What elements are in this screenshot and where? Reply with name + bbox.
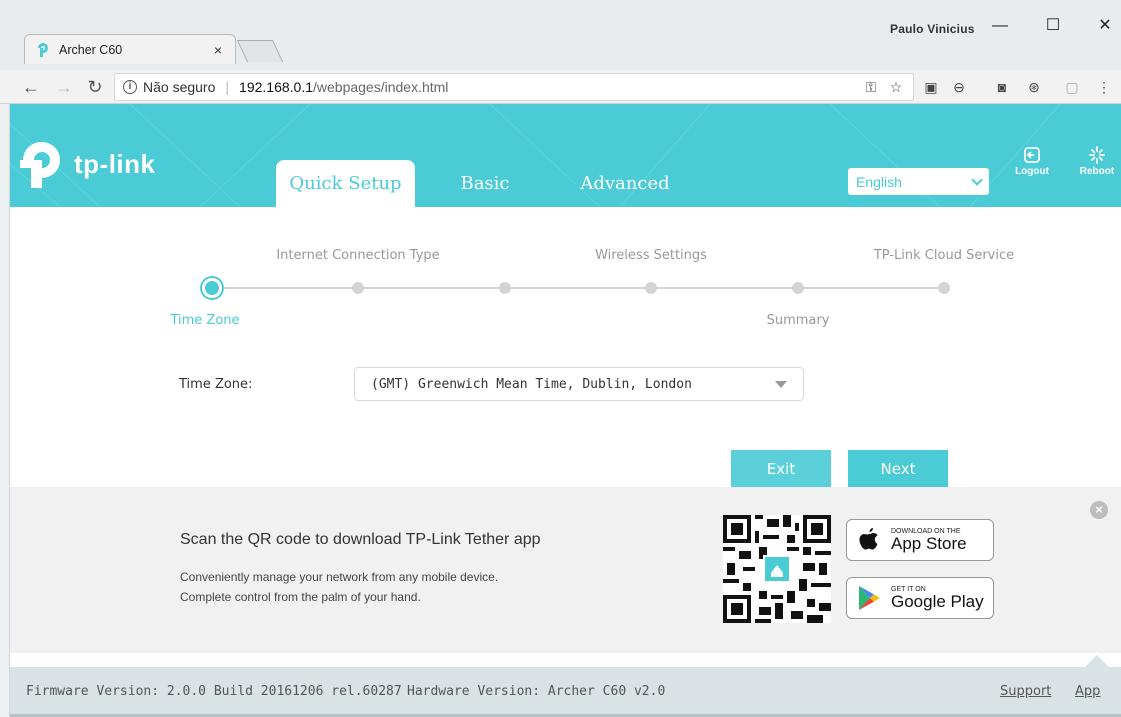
star-icon[interactable]: ☆ [887,78,905,96]
logout-button[interactable]: Logout [1007,146,1057,177]
tab-close-icon[interactable]: × [211,42,225,58]
quick-setup-panel: Internet Connection Type Wireless Settin… [10,207,1121,487]
menu-icon[interactable]: ⋮ [1095,78,1113,96]
qr-code [723,515,831,623]
language-value: English [856,173,902,190]
url-separator: | [225,79,230,95]
step-dot-wireless [645,282,657,294]
step-dot-3 [499,282,511,294]
footer-pointer [1085,655,1109,667]
google-play-big: Google Play [891,591,984,611]
step-label-wireless: Wireless Settings [595,248,707,263]
browser-toolbar: ← → ↻ i Não seguro | 192.168.0.1 /webpag… [0,70,1121,104]
dropdown-arrow-icon [775,380,787,388]
banner-title: Scan the QR code to download TP-Link Tet… [180,531,541,548]
extension-sync-icon[interactable]: ⊖ [950,78,968,96]
tab-quick-setup[interactable]: Quick Setup [276,160,415,207]
browser-titlebar: Archer C60 × Paulo Vinicius — ☐ ✕ [0,0,1121,70]
extension-camera-icon[interactable]: ◙ [993,78,1011,96]
step-label-cloud: TP-Link Cloud Service [873,248,1015,263]
reboot-button[interactable]: Reboot [1072,146,1121,177]
step-dot-time-zone [202,278,222,298]
reboot-label: Reboot [1079,166,1115,177]
progress-track [212,287,944,289]
google-play-button[interactable]: GET IT ON Google Play [846,577,994,619]
language-select[interactable]: English [848,168,989,195]
firmware-version: Firmware Version: 2.0.0 Build 20161206 r… [26,684,402,699]
info-icon[interactable]: i [123,80,137,94]
hardware-version: Hardware Version: Archer C60 v2.0 [407,684,666,699]
app-store-button[interactable]: DOWNLOAD ON THE App Store [846,519,994,561]
google-play-icon [859,586,880,610]
tab-advanced[interactable]: Advanced [565,160,685,207]
router-header: tp-link Quick Setup Basic Advanced Engli… [10,104,1121,207]
apple-icon [859,528,878,550]
back-icon[interactable]: ← [20,76,42,98]
app-store-big: App Store [891,533,967,553]
url-path: /webpages/index.html [313,79,449,95]
time-zone-label: Time Zone: [179,377,253,392]
extension-panda-icon[interactable]: ⊛ [1025,78,1043,96]
security-status: Não seguro [143,79,216,95]
tether-app-banner: Scan the QR code to download TP-Link Tet… [10,487,1121,653]
extension-puzzle-icon[interactable]: ▢ [1063,78,1081,96]
next-button[interactable]: Next [848,450,948,487]
tab-title: Archer C60 [59,42,123,57]
url-host: 192.168.0.1 [239,79,313,95]
forward-icon[interactable]: → [53,76,75,98]
logo-text: tp-link [74,148,156,179]
tp-link-logo-icon [20,141,60,188]
exit-button[interactable]: Exit [731,450,831,487]
step-label-internet: Internet Connection Type [276,248,440,263]
address-bar[interactable]: i Não seguro | 192.168.0.1 /webpages/ind… [114,73,914,101]
time-zone-value: (GMT) Greenwich Mean Time, Dublin, Londo… [371,376,692,392]
left-edge [0,104,10,717]
tp-link-logo: tp-link [16,138,156,190]
chevron-down-icon [971,173,983,186]
browser-tab[interactable]: Archer C60 × [24,34,236,64]
profile-name[interactable]: Paulo Vinicius [890,22,975,36]
time-zone-select[interactable]: (GMT) Greenwich Mean Time, Dublin, Londo… [354,367,804,401]
step-label-time-zone: Time Zone [170,313,240,328]
new-tab-button[interactable] [236,40,284,62]
logout-icon [1024,147,1040,163]
banner-description-1: Conveniently manage your network from an… [180,570,499,584]
step-label-summary: Summary [766,313,830,328]
tp-link-favicon-icon [38,42,48,57]
key-icon[interactable]: ⚿ [862,78,880,96]
maximize-button[interactable]: ☐ [1038,14,1068,38]
app-link[interactable]: App [1075,684,1100,699]
banner-description-2: Complete control from the palm of your h… [180,590,421,604]
extension-store-icon[interactable]: ▣ [922,78,940,96]
reload-icon[interactable]: ↻ [84,76,106,98]
support-link[interactable]: Support [1000,684,1051,699]
step-dot-cloud [938,282,950,294]
minimize-button[interactable]: — [985,14,1015,38]
logout-label: Logout [1015,166,1049,177]
reboot-icon [1089,146,1105,164]
tab-basic[interactable]: Basic [440,160,530,207]
footer: Firmware Version: 2.0.0 Build 20161206 r… [10,655,1121,717]
step-dot-summary [792,282,804,294]
close-window-button[interactable]: ✕ [1090,14,1120,38]
banner-close-icon[interactable]: × [1090,501,1108,519]
step-dot-internet [352,282,364,294]
